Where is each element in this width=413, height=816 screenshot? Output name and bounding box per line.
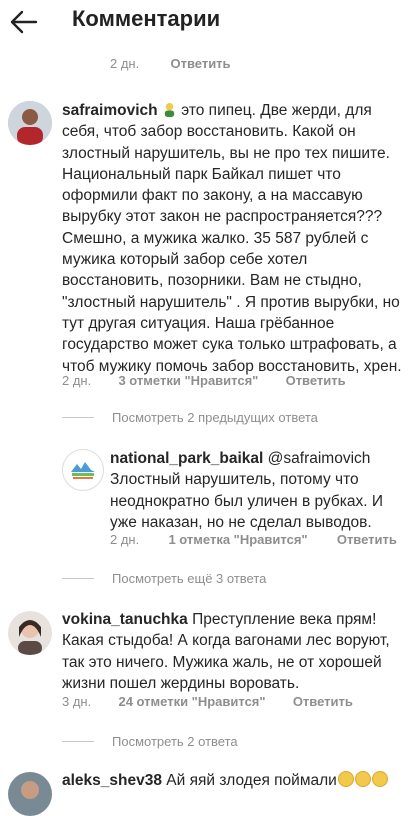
- page-title: Комментарии: [72, 6, 221, 31]
- likes-count[interactable]: 1 отметка "Нравится": [168, 532, 307, 547]
- replies-divider: [62, 741, 94, 742]
- comment-meta: 2 дн. 3 отметки "Нравится" Ответить: [62, 373, 346, 388]
- view-replies[interactable]: Посмотреть 2 ответа: [112, 734, 238, 749]
- comment-username[interactable]: safraimovich: [62, 102, 158, 119]
- likes-count[interactable]: 3 отметки "Нравится": [118, 373, 258, 388]
- grinning-emoji-icon: [354, 771, 371, 787]
- comment-text: Злостный нарушитель, потому что неоднокр…: [110, 471, 384, 531]
- comment-username[interactable]: vokina_tanuchka: [62, 611, 188, 628]
- replies-divider: [62, 578, 94, 579]
- comment-body: aleks_shev38 Ай яяй злодея поймали: [62, 770, 407, 791]
- reply-button[interactable]: Ответить: [170, 56, 230, 71]
- grinning-emoji-icon: [371, 771, 388, 787]
- comment-time: 3 дн.: [62, 694, 92, 709]
- user-photo-icon: [8, 101, 52, 145]
- comment-text: Ай яяй злодея поймали: [166, 772, 337, 789]
- reply-button[interactable]: Ответить: [337, 532, 397, 547]
- user-photo-icon: [8, 611, 52, 655]
- view-more-replies[interactable]: Посмотреть ещё 3 ответа: [112, 571, 266, 586]
- mention-link[interactable]: @safraimovich: [268, 450, 371, 467]
- replies-divider: [62, 417, 94, 418]
- top-bar: Комментарии: [0, 0, 413, 46]
- previous-comment-meta: 2 дн. Ответить: [110, 56, 231, 71]
- comment-text: это пипец. Две жерди, для себя, чтоб заб…: [62, 102, 402, 375]
- comment-time: 2 дн.: [110, 532, 140, 547]
- comment-body: vokina_tanuchka Преступление века прям! …: [62, 609, 407, 694]
- comment-meta: 2 дн. 1 отметка "Нравится" Ответить: [110, 532, 397, 547]
- avatar[interactable]: [8, 101, 52, 145]
- comment-username[interactable]: aleks_shev38: [62, 772, 162, 789]
- avatar[interactable]: [8, 611, 52, 655]
- avatar[interactable]: [62, 449, 104, 491]
- comment-time: 2 дн.: [62, 373, 92, 388]
- comment-time: 2 дн.: [110, 56, 140, 71]
- avatar[interactable]: [8, 772, 52, 816]
- view-previous-replies[interactable]: Посмотреть 2 предыдущих ответа: [112, 410, 318, 425]
- park-logo-icon: [64, 451, 102, 489]
- grinning-emoji-icon: [337, 771, 354, 787]
- comment-username[interactable]: national_park_baikal: [110, 450, 263, 467]
- likes-count[interactable]: 24 отметки "Нравится": [118, 694, 265, 709]
- comment-meta: 3 дн. 24 отметки "Нравится" Ответить: [62, 694, 353, 709]
- reply-button[interactable]: Ответить: [286, 373, 346, 388]
- user-photo-icon: [8, 772, 52, 816]
- reply-button[interactable]: Ответить: [293, 694, 353, 709]
- facepalm-emoji-icon: [164, 102, 175, 117]
- arrow-left-icon[interactable]: [8, 6, 40, 38]
- reply-body: national_park_baikal @safraimovich Злост…: [110, 448, 408, 533]
- comment-body: safraimovich это пипец. Две жерди, для с…: [62, 100, 407, 377]
